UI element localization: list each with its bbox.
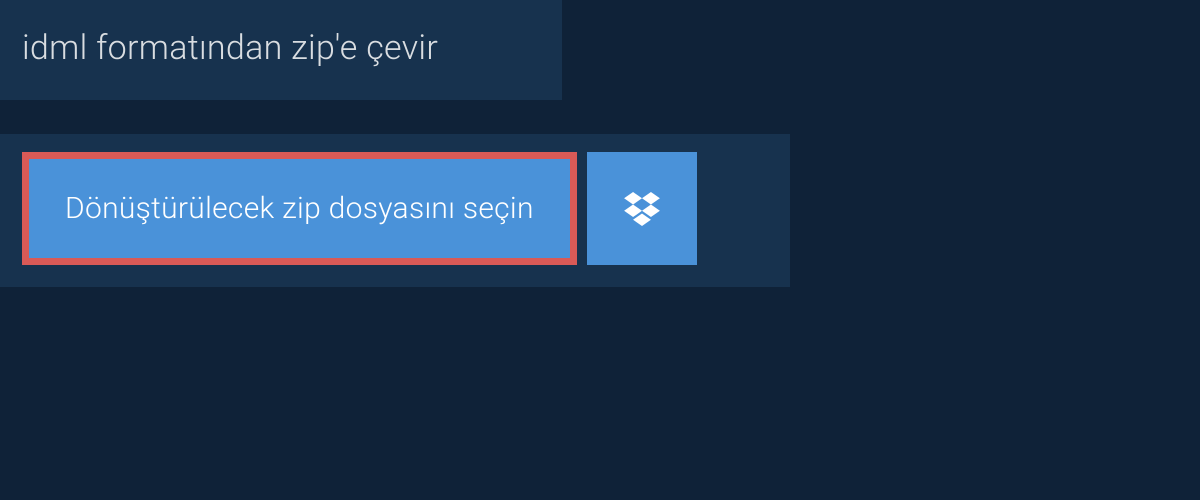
dropbox-button[interactable] (587, 152, 697, 265)
select-file-button[interactable]: Dönüştürülecek zip dosyasını seçin (22, 152, 577, 265)
header-bar: idml formatından zip'e çevir (0, 0, 562, 100)
dropbox-icon (624, 192, 660, 226)
page-title: idml formatından zip'e çevir (22, 28, 540, 68)
upload-section: Dönüştürülecek zip dosyasını seçin (0, 134, 790, 287)
